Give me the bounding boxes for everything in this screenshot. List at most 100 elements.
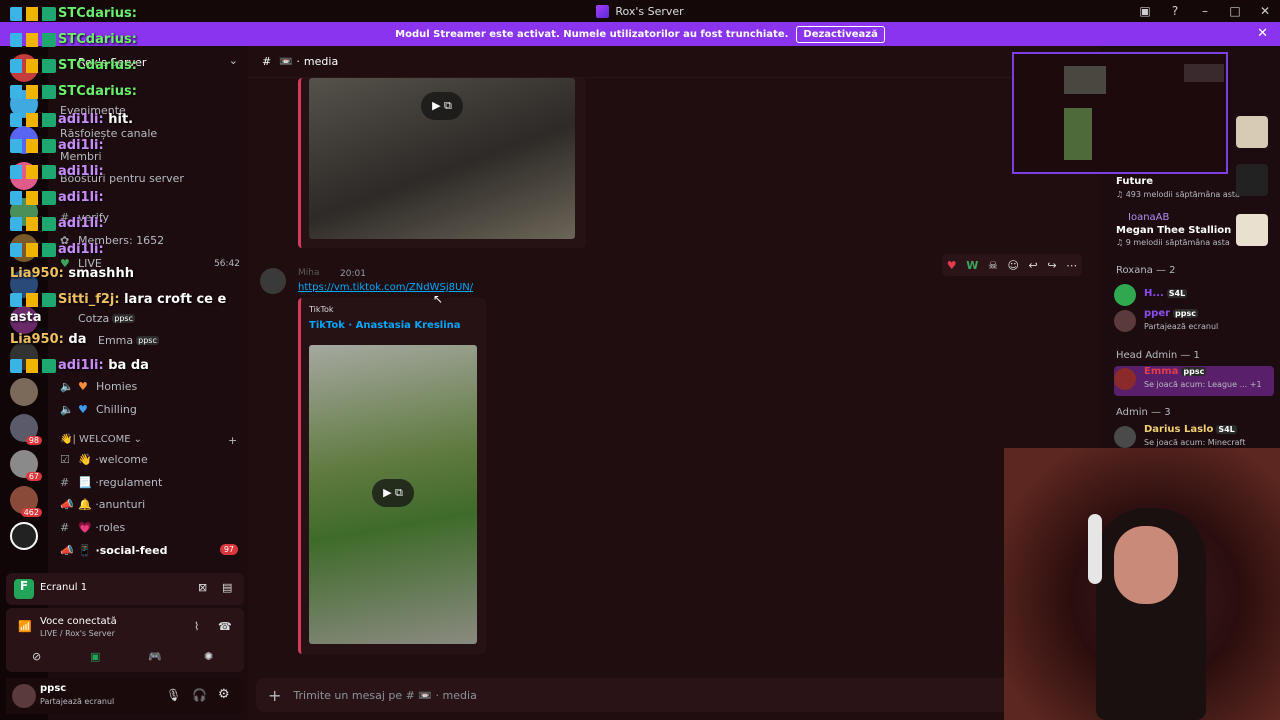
chat-area: # 📼 · media ▶ ⧉ ♥ W ☠ ☺ ↩ ↪ ⋯ Miha 20:01… [248, 46, 1100, 720]
gear-icon[interactable]: ⚙ [218, 687, 230, 702]
unread-badge: 67 [25, 472, 42, 481]
preview-thumbnail [1184, 64, 1224, 82]
member-name: Future [1116, 176, 1154, 187]
chevron-down-icon[interactable]: ⌄ [229, 54, 238, 67]
avatar[interactable] [260, 268, 286, 294]
channel-roles[interactable]: # 💗 · roles [60, 521, 125, 534]
reply-icon[interactable]: ↩ [1029, 259, 1038, 272]
video-thumbnail[interactable]: ▶ ⧉ [309, 345, 477, 644]
member-name: IoanaAB [1128, 212, 1170, 223]
album-art [1236, 116, 1268, 148]
stream-preview[interactable] [1012, 52, 1228, 174]
noise-suppression-icon[interactable]: ⌇ [194, 620, 199, 633]
voice-channel-chilling[interactable]: 🔈 ♥ Chilling [60, 403, 137, 416]
member-row[interactable]: Emma ppsc Se joacă acum: League ... +1 [1114, 366, 1274, 396]
add-channel-icon[interactable]: + [228, 434, 237, 447]
play-icon[interactable]: ▶ ⧉ [372, 479, 414, 507]
activity-title: Megan Thee Stallion [1116, 225, 1232, 236]
avatar[interactable] [12, 684, 36, 708]
channel-header: # 📼 · media [248, 46, 1100, 78]
close-button[interactable]: ✕ [1250, 4, 1280, 18]
webcam-overlay [1004, 448, 1280, 720]
mention-badge: 97 [219, 544, 238, 555]
server-icon[interactable]: 67 [10, 450, 42, 481]
window-controls: ▣ ? – □ ✕ [1130, 0, 1280, 22]
channel-emoji-icon: 📼 · [279, 55, 300, 68]
camera-off-icon[interactable]: ⊘ [32, 650, 41, 663]
more-icon[interactable]: ⋯ [1066, 259, 1077, 272]
message-input[interactable]: Trimite un mesaj pe # 📼 · media [293, 689, 476, 702]
minimize-button[interactable]: – [1190, 4, 1220, 18]
play-icon[interactable]: ▶ ⧉ [421, 92, 463, 120]
disable-streamer-button[interactable]: Dezactivează [796, 25, 885, 43]
title-bar: Rox's Server ▣ ? – □ ✕ [0, 0, 1280, 22]
heart-icon: ♥ [78, 403, 88, 416]
album-art [1236, 164, 1268, 196]
close-banner-icon[interactable]: ✕ [1257, 26, 1268, 41]
album-art [1236, 214, 1268, 246]
hash-icon: # [60, 521, 70, 534]
message-author[interactable]: Miha [298, 268, 320, 278]
streamer-mode-banner: Modul Streamer este activat. Numele util… [0, 22, 1280, 46]
stop-stream-icon[interactable]: ⊠ [198, 581, 207, 594]
channel-regulament[interactable]: # 📃 · regulament [60, 476, 162, 489]
channel-welcome[interactable]: ☑ 👋 · welcome [60, 453, 148, 466]
w-reaction-icon[interactable]: W [966, 259, 978, 272]
server-icon[interactable]: 462 [10, 486, 42, 517]
member-status: Partajează ecranul [1144, 322, 1219, 331]
member-group-heading: Roxana — 2 [1116, 265, 1176, 276]
microphone-icon[interactable]: 🎙 [166, 688, 181, 702]
screen-share-card[interactable]: F Ecranul 1 ⊠ ▤ [6, 573, 244, 605]
member-status: Se joacă acum: League ... +1 [1144, 380, 1262, 389]
forward-icon[interactable]: ↪ [1047, 259, 1056, 272]
heart-reaction-icon[interactable]: ♥ [947, 259, 957, 272]
soundboard-icon[interactable]: ✺ [204, 650, 213, 663]
member-group-heading: Head Admin — 1 [1116, 350, 1200, 361]
member-group-heading: Admin — 3 [1116, 407, 1171, 418]
channel-social-feed[interactable]: 📣 📱 · social-feed [60, 544, 167, 557]
screen-share-icon[interactable]: ▣ [90, 650, 100, 663]
disconnect-icon[interactable]: ☎ [218, 620, 232, 633]
stream-settings-icon[interactable]: ▤ [222, 581, 232, 594]
add-attachment-icon[interactable]: + [268, 686, 281, 705]
hash-icon: # [60, 476, 70, 489]
member-status: Se joacă acum: Minecraft [1144, 438, 1246, 447]
voice-user[interactable]: Emma ppsc [98, 334, 159, 347]
voice-channel[interactable]: LIVE / Rox's Server [40, 629, 115, 638]
headphones-icon[interactable]: 🎧 [192, 688, 207, 702]
window-title: Rox's Server [615, 4, 684, 18]
message-link[interactable]: https://vm.tiktok.com/ZNdWSj8UN/ [298, 282, 473, 293]
chat-line: adi1li: [10, 190, 104, 205]
server-icon[interactable] [10, 522, 38, 550]
inbox-icon[interactable]: ▣ [1130, 4, 1160, 18]
server-icon[interactable]: 98 [10, 414, 42, 445]
category-welcome[interactable]: 👋 | WELCOME ⌄ [60, 434, 142, 445]
maximize-button[interactable]: □ [1220, 4, 1250, 18]
add-reaction-icon[interactable]: ☺ [1007, 259, 1018, 272]
chat-line: adi1li: [10, 138, 104, 153]
chat-line: Lia950: da [10, 332, 87, 347]
channel-anunturi[interactable]: 📣 🔔 · anunturi [60, 498, 145, 511]
chat-line: adi1li: [10, 242, 104, 257]
banner-text: Modul Streamer este activat. Numele util… [395, 28, 789, 40]
heart-icon: ♥ [78, 380, 88, 393]
voice-connected-panel: 📶 Voce conectată LIVE / Rox's Server ⌇ ☎… [6, 608, 244, 672]
activity-icon[interactable]: 🎮 [148, 650, 162, 663]
voice-channel-homies[interactable]: 🔈 ♥ Homies [60, 380, 137, 393]
help-icon[interactable]: ? [1160, 4, 1190, 18]
discord-logo-icon [596, 4, 610, 18]
chat-line: Lia950: smashhh [10, 266, 134, 281]
video-thumbnail[interactable]: ▶ ⧉ [309, 78, 575, 239]
voice-user[interactable]: Cotza ppsc [78, 312, 135, 325]
chat-line: STCdarius: [10, 84, 137, 99]
chat-line: adi1li: [10, 216, 104, 231]
chat-line: adi1li: ba da [10, 358, 149, 373]
live-timer: 56:42 [214, 258, 240, 269]
member-row[interactable]: pper ppsc Partajează ecranul [1114, 308, 1274, 338]
chat-line: STCdarius: [10, 6, 137, 21]
headphones [1088, 514, 1102, 584]
server-icon[interactable] [10, 378, 38, 406]
embed-title[interactable]: TikTok · Anastasia Kreslina [309, 320, 461, 331]
skull-reaction-icon[interactable]: ☠ [988, 259, 998, 272]
avatar [1114, 368, 1136, 390]
